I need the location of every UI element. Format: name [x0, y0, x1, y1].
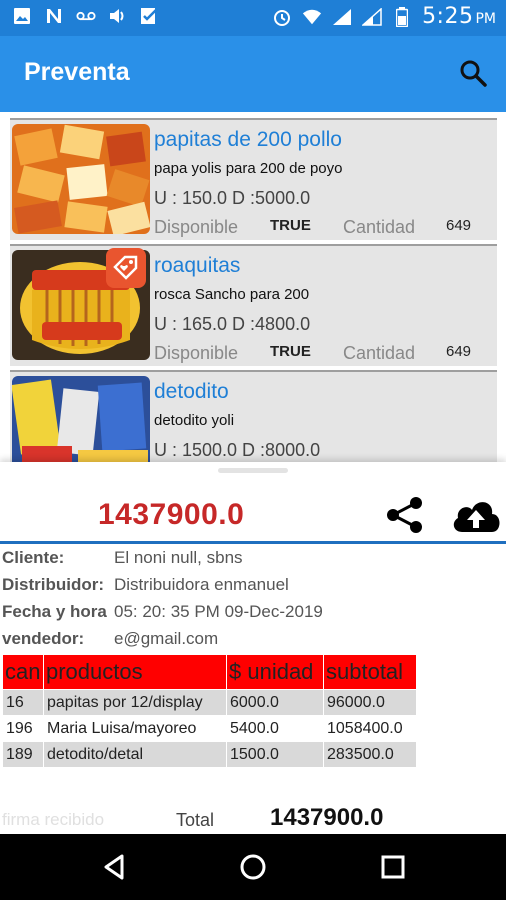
product-card[interactable]: papitas de 200 pollo papa yolis para 200… [10, 118, 497, 240]
back-icon[interactable] [100, 852, 130, 882]
signature-label: firma recibido [2, 810, 105, 829]
cliente-value: El noni null, sbns [114, 548, 243, 567]
available-value: TRUE [270, 343, 311, 360]
quantity-label: Cantidad [343, 217, 416, 237]
cell-unit-price: 5400.0 [226, 715, 324, 742]
vendedor-row: vendedor: e@gmail.com [2, 629, 218, 649]
product-list[interactable]: papitas de 200 pollo papa yolis para 200… [0, 112, 506, 462]
product-description: papa yolis para 200 de poyo [154, 160, 343, 177]
fecha-row: Fecha y hora 05: 20: 35 PM 09-Dec-2019 [2, 602, 323, 622]
product-image [12, 124, 150, 234]
image-icon [12, 6, 32, 26]
available-value: TRUE [270, 217, 311, 234]
product-image [12, 376, 150, 462]
product-price: U : 150.0 D :5000.0 [154, 188, 311, 208]
total-label: Total [176, 810, 215, 830]
table-row: 16 papitas por 12/display 6000.0 96000.0 [2, 689, 417, 716]
n-icon [44, 6, 64, 26]
cell-unit-price: 1500.0 [226, 741, 324, 768]
share-icon[interactable] [384, 494, 426, 536]
clock: 5:25 PM [422, 4, 496, 29]
signal-2-icon [362, 7, 382, 27]
cell-qty: 16 [2, 689, 44, 716]
order-table: can productos $ unidad subtotal 16 papit… [2, 654, 417, 768]
status-bar: 5:25 PM [0, 0, 506, 36]
vendedor-label: vendedor: [2, 629, 85, 648]
total-value: 1437900.0 [270, 804, 384, 831]
available-label: Disponible [154, 343, 239, 363]
distribuidor-label: Distribuidor: [2, 575, 104, 594]
page-title: Preventa [24, 58, 130, 86]
checklist-icon [140, 6, 160, 26]
battery-icon [392, 6, 412, 27]
cliente-row: Cliente: El noni null, sbns [2, 548, 243, 568]
product-card[interactable]: detodito detodito yoli U : 1500.0 D :800… [10, 370, 497, 462]
product-price: U : 1500.0 D :8000.0 [154, 440, 321, 460]
alarm-icon [272, 7, 292, 27]
product-description: rosca Sancho para 200 [154, 286, 310, 303]
wifi-icon [302, 7, 322, 27]
cell-qty: 196 [2, 715, 44, 742]
cell-subtotal: 1058400.0 [323, 715, 417, 742]
signal-icon [332, 7, 352, 27]
time-text: 5:25 [422, 4, 474, 29]
distribuidor-row: Distribuidor: Distribuidora enmanuel [2, 575, 289, 595]
favorite-tag-icon[interactable] [106, 248, 146, 288]
divider [0, 541, 506, 544]
available-label: Disponible [154, 217, 239, 237]
table-header: can productos $ unidad subtotal [2, 654, 417, 690]
search-icon[interactable] [458, 58, 488, 88]
fecha-value: 05: 20: 35 PM 09-Dec-2019 [114, 602, 323, 621]
cell-subtotal: 283500.0 [323, 741, 417, 768]
column-header: $ unidad [226, 654, 324, 690]
recents-icon[interactable] [378, 852, 408, 882]
table-row: 189 detodito/detal 1500.0 283500.0 [2, 741, 417, 768]
column-header: productos [43, 654, 227, 690]
column-header: can [2, 654, 44, 690]
quantity-label: Cantidad [343, 343, 416, 363]
home-icon[interactable] [238, 852, 268, 882]
system-nav-bar [0, 834, 506, 900]
fecha-label: Fecha y hora [2, 602, 107, 621]
cliente-label: Cliente: [2, 548, 65, 567]
product-name: roaquitas [154, 254, 241, 277]
product-description: detodito yoli [154, 412, 235, 429]
order-total: 1437900.0 [98, 498, 245, 531]
table-row: 196 Maria Luisa/mayoreo 5400.0 1058400.0 [2, 715, 417, 742]
drag-handle[interactable] [218, 468, 288, 473]
cell-product: Maria Luisa/mayoreo [43, 715, 227, 742]
cell-subtotal: 96000.0 [323, 689, 417, 716]
cell-qty: 189 [2, 741, 44, 768]
product-price: U : 165.0 D :4800.0 [154, 314, 311, 334]
product-card[interactable]: roaquitas rosca Sancho para 200 U : 165.… [10, 244, 497, 366]
cloud-upload-icon[interactable] [450, 496, 502, 536]
voicemail-icon [76, 6, 96, 26]
distribuidor-value: Distribuidora enmanuel [114, 575, 289, 594]
column-header: subtotal [323, 654, 417, 690]
vendedor-value: e@gmail.com [114, 629, 219, 648]
ampm-text: PM [475, 11, 496, 27]
app-bar: Preventa [0, 36, 506, 112]
quantity-value: 649 [446, 217, 472, 234]
cell-unit-price: 6000.0 [226, 689, 324, 716]
cell-product: detodito/detal [43, 741, 227, 768]
volume-icon [108, 6, 128, 26]
product-name: papitas de 200 pollo [154, 128, 342, 151]
product-name: detodito [154, 380, 229, 403]
quantity-value: 649 [446, 343, 472, 360]
cell-product: papitas por 12/display [43, 689, 227, 716]
order-sheet[interactable]: 1437900.0 Cliente: El noni null, sbns Dis… [0, 462, 506, 834]
